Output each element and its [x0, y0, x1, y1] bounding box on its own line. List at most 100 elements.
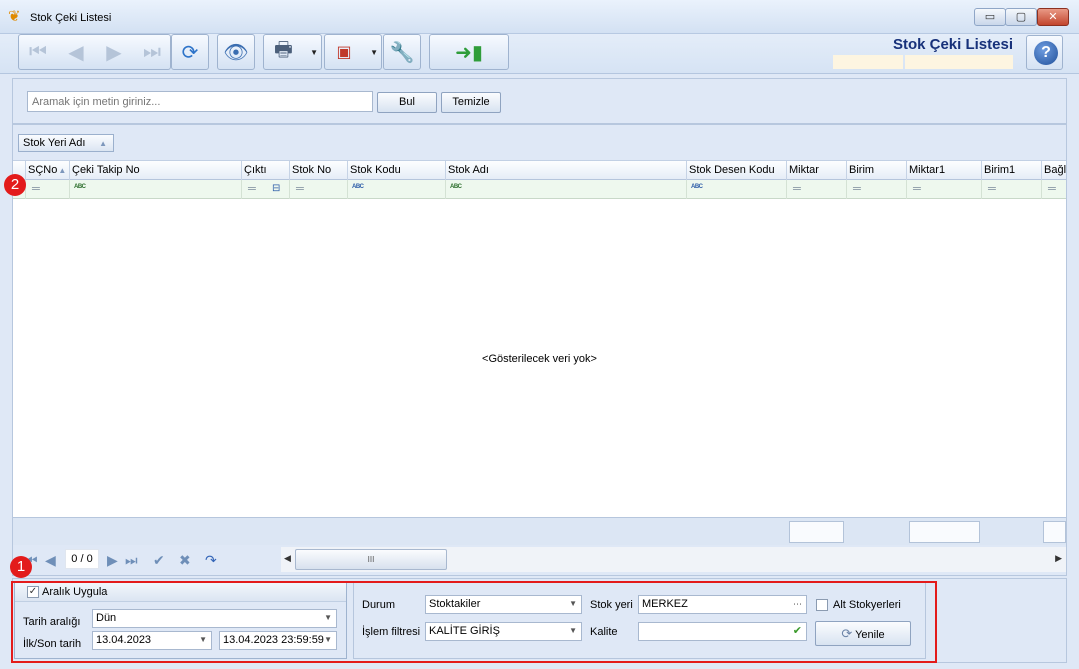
print-button[interactable]: 🖶 ▼ — [263, 34, 322, 70]
check-icon[interactable]: ✔ — [153, 552, 165, 569]
refresh-icon: ⟳ — [181, 41, 199, 64]
filter-row: ═ ABC ═ ⊟ ═ ABC ABC ABC ═ ═ ═ ═ ═ — [13, 180, 1066, 199]
cancel-icon[interactable]: ✖ — [179, 552, 191, 569]
sort-asc-icon: ▲ — [58, 166, 67, 175]
exit-button[interactable]: ➜▮ — [429, 34, 509, 70]
refresh-button[interactable]: ⟳ — [171, 34, 209, 70]
column-header[interactable]: Miktar1 — [906, 161, 981, 180]
equals-icon: ═ — [248, 183, 256, 195]
redo-icon[interactable]: ↷ — [205, 552, 217, 569]
record-nav-group: ⏮ ◀ ▶ ⏭ — [18, 34, 171, 70]
horizontal-scrollbar[interactable]: ◀ III ▶ — [281, 547, 1066, 572]
summary-cell — [789, 521, 844, 543]
filter-cell[interactable]: ═ — [1041, 180, 1066, 199]
text-filter-icon: ABC — [74, 184, 86, 190]
page-title: Stok Çeki Listesi — [892, 36, 1013, 53]
equals-icon: ═ — [296, 183, 304, 195]
scroll-left-icon[interactable]: ◀ — [284, 553, 291, 564]
filter-cell[interactable]: ABC — [347, 180, 445, 199]
column-header[interactable]: Stok Adı — [445, 161, 686, 180]
grid-header: SÇNo▲ Çeki Takip No Çıktı Stok No Stok K… — [13, 161, 1066, 180]
search-input[interactable] — [27, 91, 373, 112]
minimize-button[interactable]: ▭ — [974, 8, 1006, 26]
equals-icon: ═ — [913, 183, 921, 195]
column-header[interactable]: Stok Desen Kodu — [686, 161, 786, 180]
preview-button[interactable]: 👁 — [217, 34, 255, 70]
text-filter-icon: ABC — [450, 184, 462, 190]
exit-icon: ➜▮ — [455, 41, 483, 64]
column-header[interactable]: Çeki Takip No — [69, 161, 241, 180]
search-panel: Bul Temizle — [12, 78, 1067, 124]
group-by-chip[interactable]: Stok Yeri Adı ▲ — [18, 134, 114, 152]
filter-cell[interactable]: ═ ⊟ — [241, 180, 289, 199]
clear-button[interactable]: Temizle — [441, 92, 501, 113]
window-title: Stok Çeki Listesi — [30, 12, 112, 24]
text-filter-icon: ABC — [352, 184, 364, 190]
filter-cell[interactable]: ABC — [445, 180, 686, 199]
filter-cell[interactable]: ═ — [906, 180, 981, 199]
preview-icon: 👁 — [223, 41, 249, 64]
highlight-box — [11, 581, 937, 663]
help-icon: ? — [1034, 41, 1058, 65]
filter-cell[interactable]: ═ — [786, 180, 846, 199]
filter-cell[interactable]: ═ — [981, 180, 1041, 199]
title-strip — [833, 55, 903, 69]
first-record-icon[interactable]: ⏮ — [19, 35, 57, 69]
annotation-badge-1: 1 — [10, 556, 32, 578]
group-by-area: Stok Yeri Adı ▲ — [13, 125, 1066, 161]
column-header[interactable]: Stok Kodu — [347, 161, 445, 180]
column-header[interactable]: Stok No — [289, 161, 347, 180]
record-count: 0 / 0 — [65, 549, 99, 569]
summary-footer — [13, 517, 1066, 545]
export-button[interactable]: ▣ ▼ — [324, 34, 382, 70]
chevron-down-icon: ▼ — [370, 48, 378, 57]
summary-cell — [909, 521, 980, 543]
filter-cell[interactable]: ═ — [289, 180, 347, 199]
last-record-icon[interactable]: ⏭ — [133, 35, 171, 69]
title-bar: ❦ Stok Çeki Listesi ▭ ▢ ✕ — [0, 0, 1079, 34]
sort-asc-icon: ▲ — [99, 139, 107, 148]
next-record-icon[interactable]: ▶ — [95, 35, 133, 69]
print-icon: 🖶 — [274, 39, 293, 61]
help-button[interactable]: ? — [1026, 35, 1063, 70]
last-record-icon[interactable]: ⏭ — [125, 552, 138, 569]
data-navigator: ⏮ ◀ 0 / 0 ▶ ⏭ ✔ ✖ ↷ ◀ III ▶ — [13, 545, 1066, 575]
filter-cell[interactable]: ABC — [69, 180, 241, 199]
equals-icon: ═ — [1048, 183, 1056, 195]
equals-icon: ═ — [32, 183, 40, 195]
find-button[interactable]: Bul — [377, 92, 437, 113]
filter-cell[interactable]: ═ — [25, 180, 69, 199]
empty-grid-message: <Gösterilecek veri yok> — [482, 353, 597, 365]
filter-cell[interactable]: ═ — [846, 180, 906, 199]
title-strip — [905, 55, 1013, 69]
scroll-right-icon[interactable]: ▶ — [1055, 553, 1062, 564]
butterfly-icon: ❦ — [8, 8, 21, 25]
toolbar: ⏮ ◀ ▶ ⏭ ⟳ 👁 🖶 ▼ ▣ ▼ 🔧 ➜▮ Stok Çeki Liste… — [0, 34, 1079, 74]
column-header[interactable]: SÇNo▲ — [25, 161, 69, 180]
equals-icon: ═ — [988, 183, 996, 195]
chevron-down-icon: ▼ — [310, 48, 318, 57]
column-header[interactable]: Bağlı — [1041, 161, 1066, 180]
tools-icon: 🔧 — [389, 41, 415, 64]
group-by-label: Stok Yeri Adı — [23, 137, 86, 149]
scroll-thumb[interactable]: III — [295, 549, 447, 570]
text-filter-icon: ABC — [691, 184, 703, 190]
next-record-icon[interactable]: ▶ — [107, 552, 118, 569]
checkbox-filter-icon: ⊟ — [272, 183, 281, 194]
summary-cell — [1043, 521, 1066, 543]
column-header[interactable]: Çıktı — [241, 161, 289, 180]
equals-icon: ═ — [793, 183, 801, 195]
tools-button[interactable]: 🔧 — [383, 34, 421, 70]
equals-icon: ═ — [853, 183, 861, 195]
filter-cell[interactable]: ABC — [686, 180, 786, 199]
column-header[interactable]: Birim — [846, 161, 906, 180]
prev-record-icon[interactable]: ◀ — [45, 552, 56, 569]
data-grid: Stok Yeri Adı ▲ SÇNo▲ Çeki Takip No Çıkt… — [12, 124, 1067, 576]
close-button[interactable]: ✕ — [1037, 8, 1069, 26]
column-header[interactable]: Birim1 — [981, 161, 1041, 180]
export-pdf-icon: ▣ — [336, 44, 352, 61]
maximize-button[interactable]: ▢ — [1005, 8, 1037, 26]
column-header[interactable]: Miktar — [786, 161, 846, 180]
prev-record-icon[interactable]: ◀ — [57, 35, 95, 69]
annotation-badge-2: 2 — [4, 174, 26, 196]
